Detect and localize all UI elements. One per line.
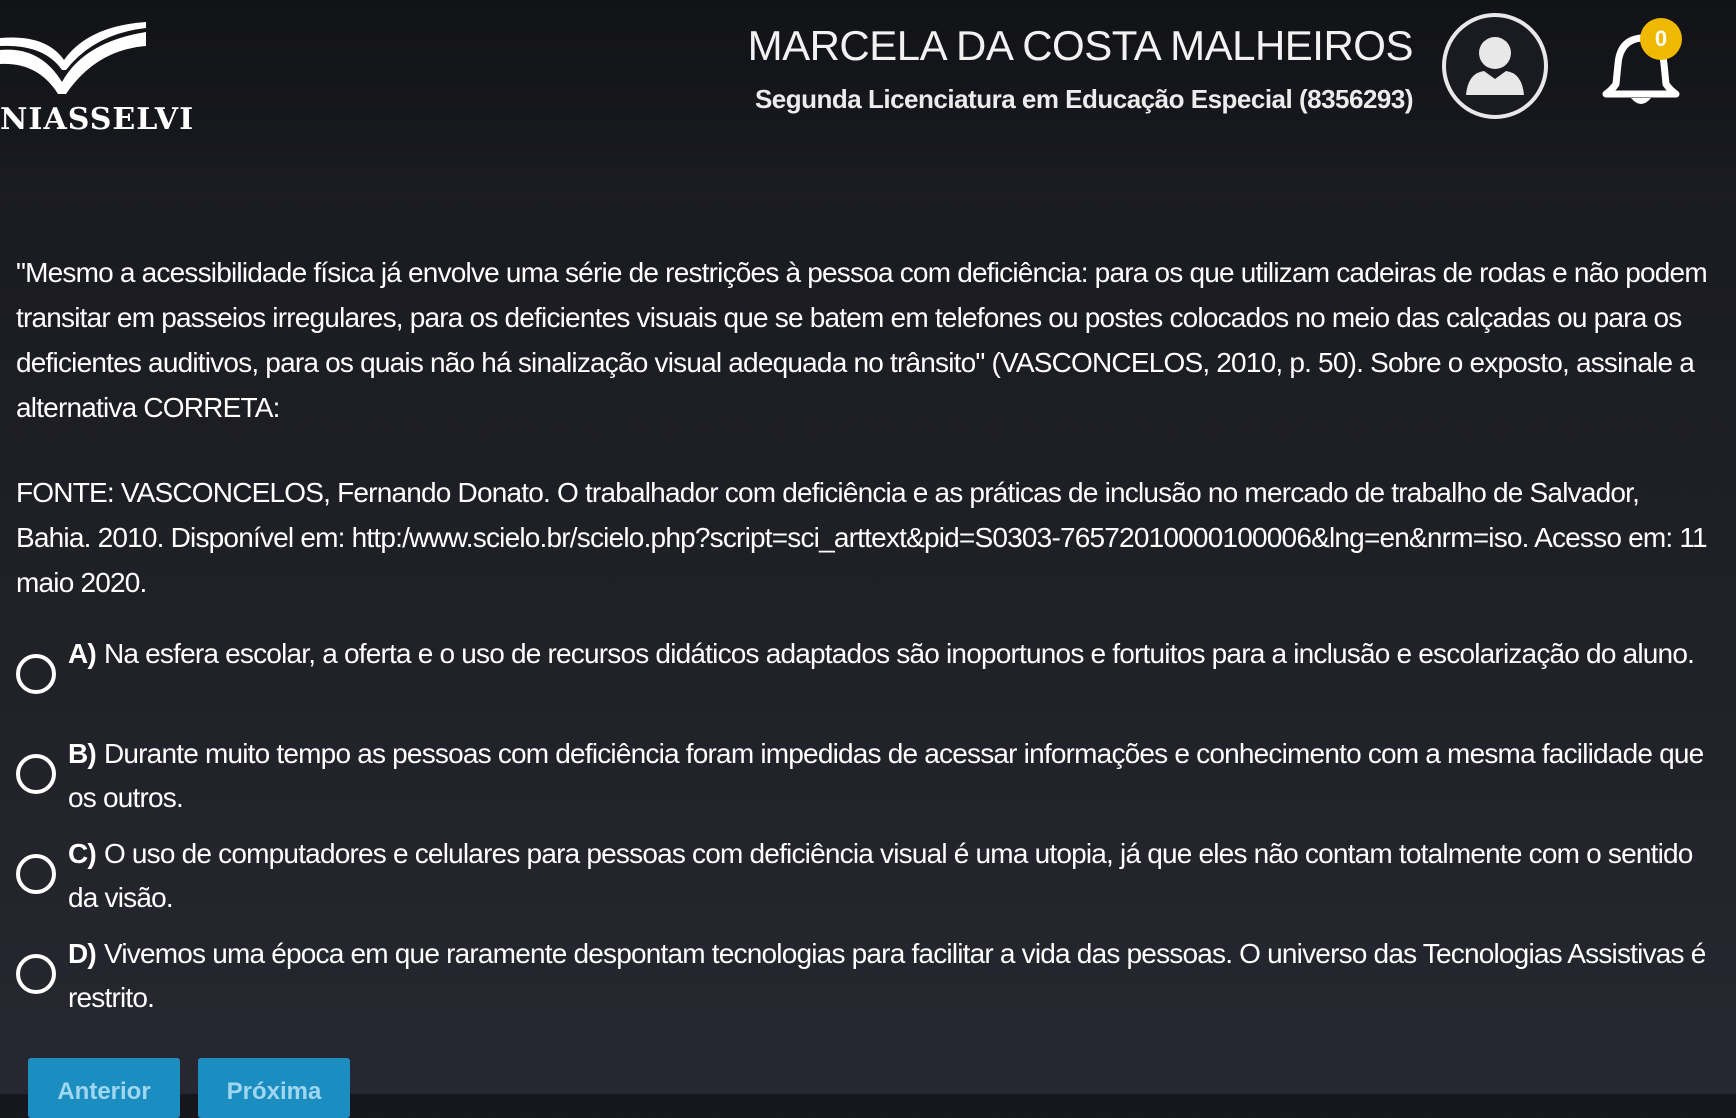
book-wings-logo-icon: [0, 22, 146, 94]
option-d-radio[interactable]: [16, 954, 56, 994]
option-b[interactable]: B) Durante muito tempo as pessoas com def…: [16, 732, 1716, 832]
answer-options: A) Na esfera escolar, a oferta e o uso de…: [16, 632, 1716, 1032]
option-b-label: Durante muito tempo as pessoas com defic…: [68, 738, 1704, 813]
question-source: FONTE: VASCONCELOS, Fernando Donato. O t…: [16, 477, 1708, 598]
uniasselvi-logo[interactable]: NIASSELVI: [0, 20, 193, 137]
option-b-radio[interactable]: [16, 754, 56, 794]
option-c-text[interactable]: C) O uso de computadores e celulares para…: [68, 832, 1708, 920]
user-course: Segunda Licenciatura em Educação Especia…: [754, 84, 1414, 114]
next-button[interactable]: Próxima: [198, 1058, 350, 1118]
option-a-radio[interactable]: [16, 654, 56, 694]
question-text: "Mesmo a acessibilidade física já envolv…: [16, 257, 1708, 423]
option-c-letter: C): [68, 838, 97, 869]
question-area: "Mesmo a acessibilidade física já envolv…: [16, 250, 1716, 605]
option-a-letter: A): [68, 638, 97, 669]
user-name: MARCELA DA COSTA MALHEIROS: [747, 22, 1414, 69]
header-bar: NIASSELVI MARCELA DA COSTA MALHEIROS Seg…: [0, 0, 1736, 200]
option-c[interactable]: C) O uso de computadores e celulares para…: [16, 832, 1716, 932]
option-b-text[interactable]: B) Durante muito tempo as pessoas com def…: [68, 732, 1708, 820]
user-silhouette-icon: [1466, 37, 1524, 95]
option-d-label: Vivemos uma época em que raramente despo…: [68, 938, 1706, 1013]
previous-button[interactable]: Anterior: [28, 1058, 180, 1118]
notification-count-badge: 0: [1640, 18, 1682, 60]
option-a-label: Na esfera escolar, a oferta e o uso de r…: [103, 638, 1695, 669]
option-d[interactable]: D) Vivemos uma época em que raramente des…: [16, 932, 1716, 1032]
logo-text: NIASSELVI: [0, 102, 195, 137]
option-d-letter: D): [68, 938, 97, 969]
option-b-letter: B): [68, 738, 97, 769]
option-a-text[interactable]: A) Na esfera escolar, a oferta e o uso de…: [68, 632, 1708, 676]
option-a[interactable]: A) Na esfera escolar, a oferta e o uso de…: [16, 632, 1716, 732]
option-c-label: O uso de computadores e celulares para p…: [68, 838, 1693, 913]
avatar[interactable]: [1442, 13, 1548, 119]
option-c-radio[interactable]: [16, 854, 56, 894]
option-d-text[interactable]: D) Vivemos uma época em que raramente des…: [68, 932, 1708, 1020]
